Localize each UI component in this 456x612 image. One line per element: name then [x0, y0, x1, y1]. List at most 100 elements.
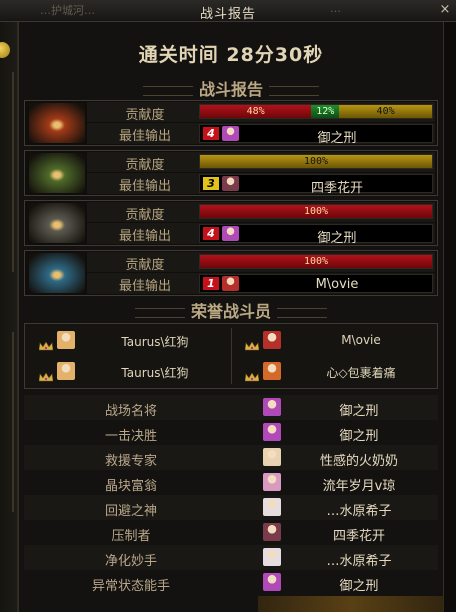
gray-horned-helmet-icon — [29, 203, 85, 243]
honor-member-name: 心◇包裹着痛 — [326, 366, 396, 380]
award-title: 回避之神 — [104, 504, 157, 519]
contribution-bar: 100% — [199, 154, 433, 169]
best-output-label: 最佳输出 — [118, 129, 171, 144]
contribution-label: 贡献度 — [125, 108, 165, 123]
award-title: 晶块富翁 — [104, 479, 157, 494]
best-output-row: 3 四季花开 — [199, 174, 433, 196]
contribution-block: 贡献度最佳输出 100% 4 御之刑 — [24, 200, 438, 246]
ornament-left-icon — [134, 307, 185, 318]
gold-orb-icon — [0, 42, 10, 58]
best-player-name: 御之刑 — [317, 231, 357, 246]
best-output-label: 最佳输出 — [118, 229, 171, 244]
battle-report-title: 战斗报告 — [198, 80, 263, 99]
bottom-hud-strip — [258, 596, 444, 612]
contribution-bar: 100% — [199, 254, 433, 269]
rank-badge: 4 — [203, 127, 219, 140]
contribution-bar: 100% — [199, 204, 433, 219]
ornament-right-icon — [277, 307, 327, 318]
honor-member[interactable]: M\ovie — [235, 328, 435, 353]
crown-icon — [244, 336, 260, 351]
dark-hair-avatar-icon — [222, 176, 239, 191]
best-output-row: 4 御之刑 — [199, 124, 433, 146]
contribution-segment: 100% — [200, 205, 432, 218]
blonde-avatar-icon — [57, 362, 75, 380]
award-player-name: …水原希子 — [326, 554, 392, 569]
red-armor-avatar-icon — [222, 276, 239, 291]
contribution-label: 贡献度 — [125, 158, 165, 173]
contribution-block: 贡献度 最佳输出 100% 1 M\ovie — [24, 250, 438, 296]
award-row: 回避之神 …水原希子 — [24, 495, 438, 520]
crown-icon — [38, 367, 54, 382]
award-player-name: 御之刑 — [339, 429, 379, 444]
green-thorn-helmet-icon — [29, 153, 85, 193]
contribution-segment: 12% — [311, 105, 340, 118]
contribution-block: 贡献度最佳输出 48% 12% 40% 4 御之刑 — [24, 100, 438, 146]
award-player-name: 流年岁月v琼 — [322, 479, 396, 494]
award-row: 异常状态能手 御之刑 — [24, 570, 438, 595]
honor-member-name: M\ovie — [341, 333, 381, 347]
crown-icon — [38, 336, 54, 351]
purple-hair-avatar-icon — [263, 423, 281, 441]
honor-heading: 荣誉战斗员 — [18, 298, 444, 322]
red-fire-helmet-icon — [29, 103, 85, 143]
honor-title: 荣誉战斗员 — [190, 302, 271, 321]
window-title: 战斗报告 — [199, 7, 256, 22]
award-title: 净化妙手 — [104, 554, 157, 569]
ornament-right-icon — [269, 85, 319, 96]
award-row: 一击决胜 御之刑 — [24, 420, 438, 445]
award-title: 一击决胜 — [104, 429, 157, 444]
white-hair-avatar-icon — [263, 498, 281, 516]
honor-members-box: Taurus\红狗 M\ovie Taurus\红狗 心◇包裹着痛 — [24, 323, 438, 389]
award-row: 救援专家 性感的火奶奶 — [24, 445, 438, 470]
blonde-avatar-icon — [57, 331, 75, 349]
awards-list: 战场名将 御之刑 一击决胜 御之刑 救援专家 性感的火奶奶 晶块富翁 流年岁月v琼 回避之神 …水… — [24, 395, 438, 595]
clear-time: 通关时间 28分30秒 — [138, 44, 324, 66]
award-player-name: 四季花开 — [332, 529, 385, 544]
left-edge-panel — [0, 22, 18, 612]
battle-report-heading: 战斗报告 — [18, 76, 444, 100]
award-player-name: 御之刑 — [339, 579, 379, 594]
best-output-label: 最佳输出 — [118, 179, 171, 194]
award-title: 压制者 — [111, 529, 151, 544]
best-player-name: 四季花开 — [310, 181, 363, 196]
best-output-row: 4 御之刑 — [199, 224, 433, 246]
award-title: 救援专家 — [104, 454, 157, 469]
close-icon[interactable]: × — [438, 3, 452, 17]
contribution-label: 贡献度 — [125, 208, 165, 223]
pink-avatar-icon — [263, 473, 281, 491]
ornament-left-icon — [142, 85, 193, 96]
purple-hair-avatar-icon — [222, 126, 239, 141]
contribution-segment: 100% — [200, 155, 432, 168]
best-player-name: 御之刑 — [317, 131, 357, 146]
best-output-row: 1 M\ovie — [199, 274, 433, 293]
contribution-label: 贡献度 — [125, 258, 165, 273]
honor-member-name: Taurus\红狗 — [121, 335, 189, 349]
award-row: 压制者 四季花开 — [24, 520, 438, 545]
award-player-name: 性感的火奶奶 — [319, 454, 398, 469]
award-title: 异常状态能手 — [91, 579, 170, 594]
white-hair-avatar-icon — [263, 548, 281, 566]
contribution-segment: 40% — [339, 105, 432, 118]
red-armor-avatar-icon — [263, 331, 281, 349]
contribution-segment: 48% — [200, 105, 312, 118]
honor-member[interactable]: Taurus\红狗 — [29, 328, 229, 353]
title-bar: …护城河… … 战斗报告 × — [0, 0, 456, 22]
rank-badge: 1 — [203, 277, 219, 290]
award-player-name: 御之刑 — [339, 404, 379, 419]
award-player-name: …水原希子 — [326, 504, 392, 519]
honor-member[interactable]: Taurus\红狗 — [29, 359, 229, 384]
contribution-segment: 100% — [200, 255, 432, 268]
light-hair-avatar-icon — [263, 448, 281, 466]
orange-hair-avatar-icon — [263, 362, 281, 380]
award-title: 战场名将 — [104, 404, 157, 419]
blue-ice-helmet-icon — [29, 253, 85, 293]
honor-member-name: Taurus\红狗 — [121, 366, 189, 380]
dark-hair-avatar-icon — [263, 523, 281, 541]
honor-member[interactable]: 心◇包裹着痛 — [235, 359, 435, 384]
purple-hair-avatar-icon — [222, 226, 239, 241]
purple-hair-avatar-icon — [263, 398, 281, 416]
contribution-bar: 48% 12% 40% — [199, 104, 433, 119]
purple-hair-avatar-icon — [263, 573, 281, 591]
best-player-name: M\ovie — [315, 277, 359, 292]
award-row: 晶块富翁 流年岁月v琼 — [24, 470, 438, 495]
